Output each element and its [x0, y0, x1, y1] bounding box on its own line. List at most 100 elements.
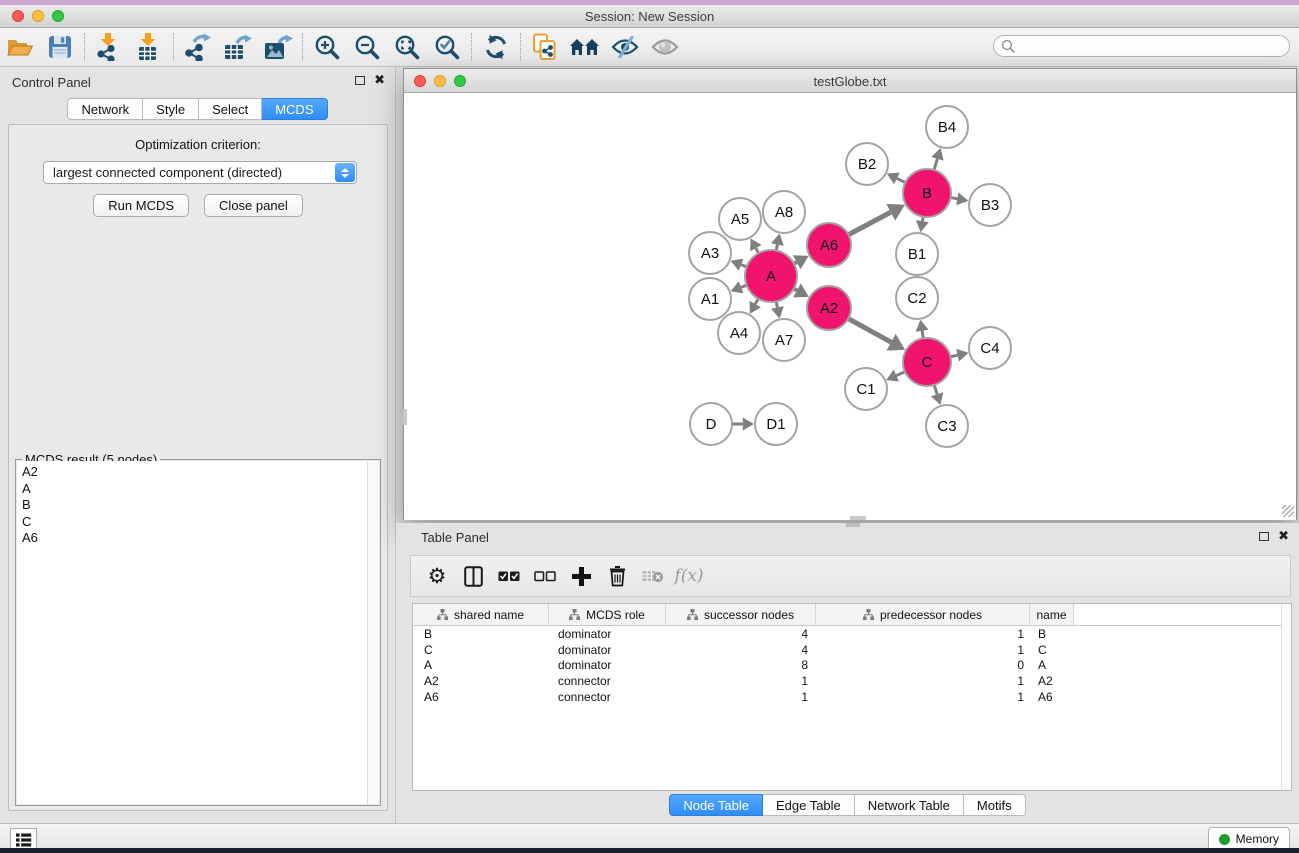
table-cell[interactable]: 4	[666, 627, 816, 641]
zoom-in-icon[interactable]	[307, 31, 347, 63]
graph-node-label: B3	[981, 197, 999, 214]
table-cell[interactable]: C	[1030, 643, 1074, 657]
table-cell[interactable]: 8	[666, 658, 816, 672]
table-cell[interactable]: A2	[1030, 674, 1074, 688]
tab-mcds[interactable]: MCDS	[262, 98, 327, 120]
table-cell[interactable]: 1	[816, 627, 1030, 641]
search-input[interactable]	[1016, 39, 1266, 53]
export-image-icon[interactable]	[258, 31, 298, 63]
tab-motifs[interactable]: Motifs	[964, 794, 1026, 816]
zoom-out-icon[interactable]	[347, 31, 387, 63]
table-scrollbar[interactable]	[1281, 604, 1291, 790]
mcds-result-item[interactable]: C	[22, 514, 367, 531]
mcds-result-item[interactable]: B	[22, 497, 367, 514]
table-cell[interactable]: 1	[816, 643, 1030, 657]
apply-layout-icon[interactable]	[476, 31, 516, 63]
copy-network-view-icon[interactable]	[525, 31, 565, 63]
table-cell[interactable]: 1	[816, 690, 1030, 704]
table-panel: Table Panel ✖ ⚙	[396, 523, 1299, 823]
toolbar-separator	[173, 33, 174, 61]
column-header[interactable]: successor nodes	[666, 604, 816, 625]
table-row[interactable]: Cdominator41C	[413, 642, 1291, 658]
table-row[interactable]: A2connector11A2	[413, 673, 1291, 689]
table-cell[interactable]: 0	[816, 658, 1030, 672]
open-session-icon[interactable]	[0, 31, 40, 63]
table-cell[interactable]: A6	[1030, 690, 1074, 704]
table-row[interactable]: Adominator80A	[413, 657, 1291, 673]
tab-network[interactable]: Network	[67, 98, 143, 120]
table-cell[interactable]: connector	[549, 674, 666, 688]
table-cell[interactable]: B	[413, 627, 549, 641]
graph-node-label: A3	[701, 245, 719, 262]
tab-network-table[interactable]: Network Table	[855, 794, 964, 816]
function-builder-icon[interactable]: f(x)	[671, 560, 707, 592]
import-table-icon[interactable]	[129, 31, 169, 63]
float-panel-icon[interactable]	[355, 76, 365, 85]
close-panel-icon[interactable]: ✖	[374, 75, 385, 85]
tab-node-table[interactable]: Node Table	[669, 794, 763, 816]
tab-select[interactable]: Select	[199, 98, 262, 120]
tab-edge-table[interactable]: Edge Table	[763, 794, 855, 816]
table-cell[interactable]: 4	[666, 643, 816, 657]
zoom-selected-icon[interactable]	[427, 31, 467, 63]
table-cell[interactable]: A6	[413, 690, 549, 704]
column-header[interactable]: shared name	[413, 604, 549, 625]
table-cell[interactable]: A	[413, 658, 549, 672]
table-cell[interactable]: 1	[666, 690, 816, 704]
import-network-icon[interactable]	[89, 31, 129, 63]
optimization-criterion-label: Optimization criterion:	[9, 137, 387, 152]
table-cell[interactable]: A2	[413, 674, 549, 688]
save-session-icon[interactable]	[40, 31, 80, 63]
mcds-result-list[interactable]: A2ABCA6	[17, 461, 367, 804]
network-scrollbar-horizontal[interactable]	[850, 516, 866, 520]
memory-label: Memory	[1236, 832, 1279, 846]
table-cell[interactable]: A	[1030, 658, 1074, 672]
network-canvas[interactable]: AA1A2A3A4A5A6A7A8BB1B2B3B4CC1C2C3C4DD1	[404, 94, 1296, 520]
mcds-result-item[interactable]: A	[22, 481, 367, 498]
select-all-icon[interactable]	[491, 560, 527, 592]
graph-node-label: A1	[701, 291, 719, 308]
network-scrollbar-vertical[interactable]	[403, 409, 407, 425]
table-cell[interactable]: C	[413, 643, 549, 657]
table-header-row: shared nameMCDS rolesuccessor nodesprede…	[413, 604, 1291, 626]
table-cell[interactable]: dominator	[549, 627, 666, 641]
float-table-panel-icon[interactable]	[1259, 532, 1269, 541]
tab-style[interactable]: Style	[143, 98, 199, 120]
split-panel-icon[interactable]	[455, 560, 491, 592]
mcds-result-scrollbar[interactable]	[367, 461, 379, 804]
node-table[interactable]: shared nameMCDS rolesuccessor nodesprede…	[412, 603, 1292, 791]
column-header[interactable]: MCDS role	[549, 604, 666, 625]
optimization-criterion-select[interactable]: largest connected component (directed)	[43, 161, 357, 184]
table-row[interactable]: Bdominator41B	[413, 626, 1291, 642]
network-window-titlebar[interactable]: testGlobe.txt	[404, 69, 1296, 93]
export-network-icon[interactable]	[178, 31, 218, 63]
table-cell[interactable]: 1	[666, 674, 816, 688]
table-cell[interactable]: dominator	[549, 658, 666, 672]
panel-splitter-handle[interactable]	[846, 523, 860, 527]
hide-selected-icon[interactable]	[605, 31, 645, 63]
search-field[interactable]	[993, 35, 1290, 57]
delete-table-icon[interactable]	[635, 560, 671, 592]
column-header[interactable]: name	[1030, 604, 1074, 625]
resize-grip-icon[interactable]	[1282, 505, 1294, 517]
table-row[interactable]: A6connector11A6	[413, 689, 1291, 705]
table-cell[interactable]: dominator	[549, 643, 666, 657]
deselect-all-icon[interactable]	[527, 560, 563, 592]
home-icon[interactable]	[565, 31, 605, 63]
show-all-icon[interactable]	[645, 31, 685, 63]
close-table-panel-icon[interactable]: ✖	[1278, 531, 1289, 541]
column-header[interactable]: predecessor nodes	[816, 604, 1030, 625]
run-mcds-button[interactable]: Run MCDS	[93, 194, 189, 217]
mcds-result-item[interactable]: A2	[22, 464, 367, 481]
close-panel-button[interactable]: Close panel	[204, 194, 303, 217]
column-settings-icon[interactable]: ⚙	[419, 560, 455, 592]
add-row-icon[interactable]	[563, 560, 599, 592]
table-cell[interactable]: connector	[549, 690, 666, 704]
app-title: Session: New Session	[0, 9, 1299, 24]
export-table-icon[interactable]	[218, 31, 258, 63]
table-cell[interactable]: 1	[816, 674, 1030, 688]
mcds-result-item[interactable]: A6	[22, 530, 367, 547]
table-cell[interactable]: B	[1030, 627, 1074, 641]
delete-row-icon[interactable]	[599, 560, 635, 592]
zoom-fit-icon[interactable]	[387, 31, 427, 63]
